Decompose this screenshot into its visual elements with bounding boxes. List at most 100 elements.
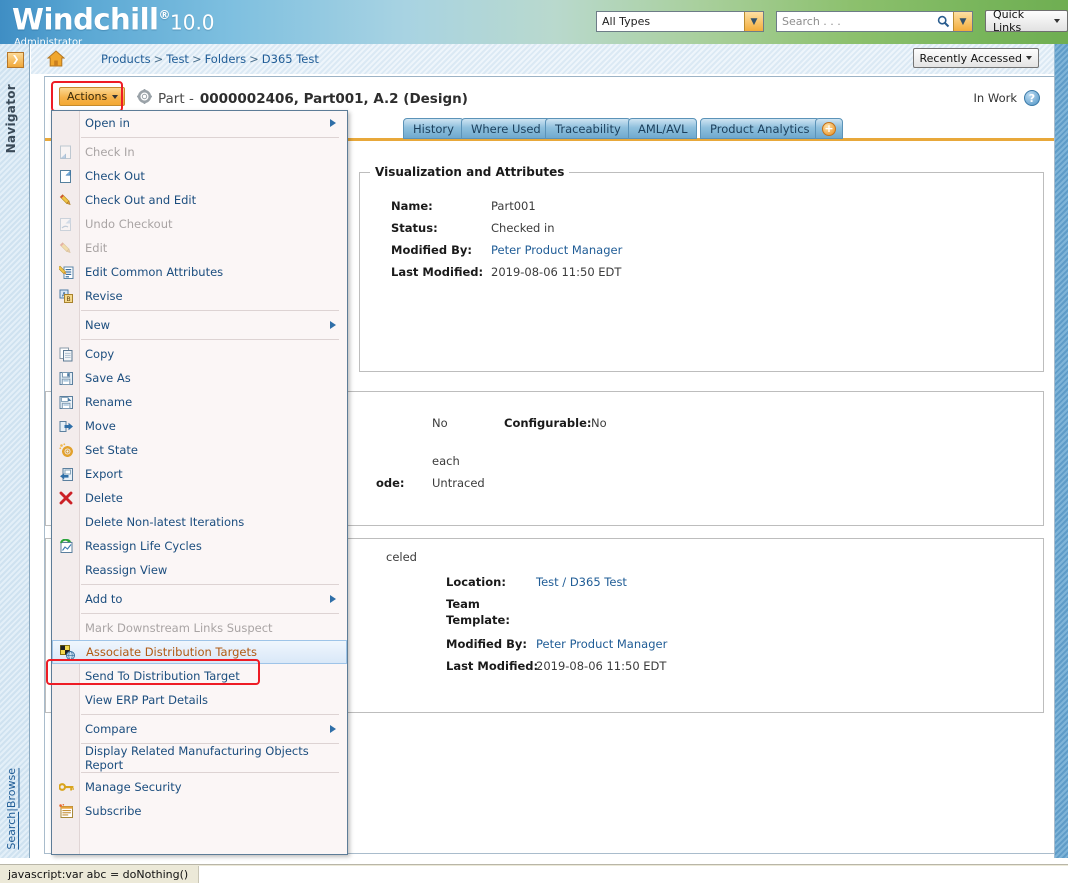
menu-item-check-in: Check In bbox=[52, 140, 347, 164]
page-title-main: 0000002406, Part001, A.2 (Design) bbox=[199, 90, 468, 107]
menu-item-label: Check In bbox=[85, 145, 135, 159]
status-bar-filler bbox=[199, 865, 1068, 883]
search-input[interactable]: Search . . . bbox=[777, 15, 934, 28]
no-icon-placeholder bbox=[52, 558, 80, 582]
breadcrumb-item-d365-test[interactable]: D365 Test bbox=[262, 52, 319, 66]
breadcrumb-item-folders[interactable]: Folders bbox=[205, 52, 247, 66]
search-icon[interactable] bbox=[934, 12, 953, 31]
attr-modified-by-value[interactable]: Peter Product Manager bbox=[491, 243, 622, 257]
tab-history[interactable]: History bbox=[403, 118, 464, 139]
object-state: In Work ? bbox=[974, 90, 1040, 106]
current-user-label: Administrator bbox=[14, 36, 83, 44]
menu-item-check-out-and-edit[interactable]: Check Out and Edit bbox=[52, 188, 347, 212]
breadcrumb-item-products[interactable]: Products bbox=[101, 52, 151, 66]
menu-item-edit-common-attributes[interactable]: Edit Common Attributes bbox=[52, 260, 347, 284]
actions-button[interactable]: Actions bbox=[59, 87, 126, 106]
rail-search-link[interactable]: Search bbox=[5, 812, 18, 850]
menu-item-label: Check Out and Edit bbox=[85, 193, 197, 207]
part-gear-icon bbox=[137, 89, 152, 108]
menu-item-edit: Edit bbox=[52, 236, 347, 260]
menu-item-subscribe[interactable]: Subscribe bbox=[52, 799, 347, 823]
brand-logo-text: Windchill®10.0 bbox=[12, 0, 215, 38]
breadcrumb-item-test[interactable]: Test bbox=[166, 52, 189, 66]
search-type-select[interactable]: All Types ▼ bbox=[596, 11, 764, 32]
attr-value-link[interactable]: Test / D365 Test bbox=[536, 575, 627, 589]
attr-label: Location: bbox=[446, 575, 506, 589]
navigator-rail: ❯ Navigator Search|Browse bbox=[0, 44, 30, 858]
menu-item-revise[interactable]: AB Revise bbox=[52, 284, 347, 308]
attr-value: Untraced bbox=[432, 476, 485, 490]
recently-accessed-button[interactable]: Recently Accessed bbox=[912, 48, 1039, 68]
menu-item-display-related-manufacturing-objects-report[interactable]: Display Related Manufacturing Objects Re… bbox=[52, 744, 347, 772]
menu-item-add-to[interactable]: Add to bbox=[52, 587, 347, 611]
tab-add-new[interactable]: + bbox=[815, 118, 843, 139]
attr-value-link[interactable]: Peter Product Manager bbox=[491, 243, 622, 257]
pencil-icon bbox=[52, 188, 80, 212]
pencil-icon bbox=[52, 236, 80, 260]
menu-item-associate-distribution-targets[interactable]: Associate Distribution Targets bbox=[52, 640, 347, 664]
actions-dropdown-menu[interactable]: Open in Check In Check Out Check Out and Ed… bbox=[51, 110, 348, 855]
tab-where-used[interactable]: Where Used bbox=[461, 118, 551, 139]
menu-item-export[interactable]: Export bbox=[52, 462, 347, 486]
menu-item-move[interactable]: Move bbox=[52, 414, 347, 438]
quick-links-button[interactable]: Quick Links bbox=[985, 8, 1068, 34]
tab-label: History bbox=[413, 121, 454, 136]
menu-item-set-state[interactable]: Set State bbox=[52, 438, 347, 462]
no-icon-placeholder bbox=[52, 510, 80, 534]
submenu-arrow-icon bbox=[330, 595, 336, 603]
menu-item-label: Open in bbox=[85, 116, 130, 130]
menu-item-reassign-life-cycles[interactable]: Reassign Life Cycles bbox=[52, 534, 347, 558]
search-box[interactable]: Search . . . ▼ bbox=[776, 11, 973, 32]
menu-item-rename[interactable]: Rename bbox=[52, 390, 347, 414]
associate-distribution-icon bbox=[53, 640, 81, 664]
menu-item-list: Open in Check In Check Out Check Out and Ed… bbox=[52, 111, 347, 823]
tab-product-analytics[interactable]: Product Analytics bbox=[700, 118, 820, 139]
no-icon-placeholder bbox=[52, 746, 80, 770]
menu-item-send-to-distribution-target[interactable]: Send To Distribution Target bbox=[52, 664, 347, 688]
browser-status-bar: javascript:var abc = doNothing() bbox=[0, 864, 1068, 883]
tab-traceability[interactable]: Traceability bbox=[545, 118, 631, 139]
expand-navigator-icon[interactable]: ❯ bbox=[7, 52, 24, 68]
menu-item-compare[interactable]: Compare bbox=[52, 717, 347, 741]
menu-item-label: Save As bbox=[85, 371, 131, 385]
help-icon[interactable]: ? bbox=[1024, 90, 1040, 106]
menu-item-delete-non-latest-iterations[interactable]: Delete Non-latest Iterations bbox=[52, 510, 347, 534]
home-icon[interactable] bbox=[46, 50, 66, 67]
attr-value-link[interactable]: Peter Product Manager bbox=[536, 637, 667, 651]
attr-label: Status: bbox=[391, 221, 438, 235]
attr-tracking-mode-label: ode: bbox=[376, 476, 405, 490]
tab-aml-avl[interactable]: AML/AVL bbox=[628, 118, 698, 139]
rail-browse-link[interactable]: Browse bbox=[5, 768, 18, 808]
chevron-down-icon[interactable]: ▼ bbox=[744, 12, 763, 31]
menu-item-new[interactable]: New bbox=[52, 313, 347, 337]
attr-modified-by-row: Modified By: bbox=[391, 243, 472, 257]
menu-item-check-out[interactable]: Check Out bbox=[52, 164, 347, 188]
attr-label: Configurable: bbox=[504, 416, 592, 430]
tab-label: Where Used bbox=[471, 121, 541, 136]
svg-text:B: B bbox=[66, 296, 70, 303]
page-title-prefix: Part - bbox=[158, 90, 194, 107]
menu-separator bbox=[81, 613, 339, 614]
menu-separator bbox=[81, 584, 339, 585]
menu-item-view-erp-part-details[interactable]: View ERP Part Details bbox=[52, 688, 347, 712]
menu-item-reassign-view[interactable]: Reassign View bbox=[52, 558, 347, 582]
breadcrumb-separator: > bbox=[191, 52, 202, 66]
rename-icon bbox=[52, 390, 80, 414]
no-icon-placeholder bbox=[52, 616, 80, 640]
menu-item-copy[interactable]: Copy bbox=[52, 342, 347, 366]
menu-item-delete[interactable]: Delete bbox=[52, 486, 347, 510]
subscribe-icon bbox=[52, 799, 80, 823]
menu-separator bbox=[81, 772, 339, 773]
attr-value: 2019-08-06 11:50 EDT bbox=[491, 265, 622, 279]
attr-modified-by-value[interactable]: Peter Product Manager bbox=[536, 637, 667, 651]
attr-team-template-label-1: Team bbox=[446, 597, 480, 611]
attr-location-value[interactable]: Test / D365 Test bbox=[536, 575, 627, 589]
menu-item-label: Send To Distribution Target bbox=[85, 669, 240, 683]
tab-label: AML/AVL bbox=[638, 121, 688, 136]
menu-item-save-as[interactable]: Save As bbox=[52, 366, 347, 390]
search-options-chevron-down-icon[interactable]: ▼ bbox=[953, 12, 972, 31]
menu-item-open-in[interactable]: Open in bbox=[52, 111, 347, 135]
section-legend: Visualization and Attributes bbox=[370, 165, 570, 179]
menu-item-label: View ERP Part Details bbox=[85, 693, 209, 707]
menu-item-manage-security[interactable]: Manage Security bbox=[52, 775, 347, 799]
